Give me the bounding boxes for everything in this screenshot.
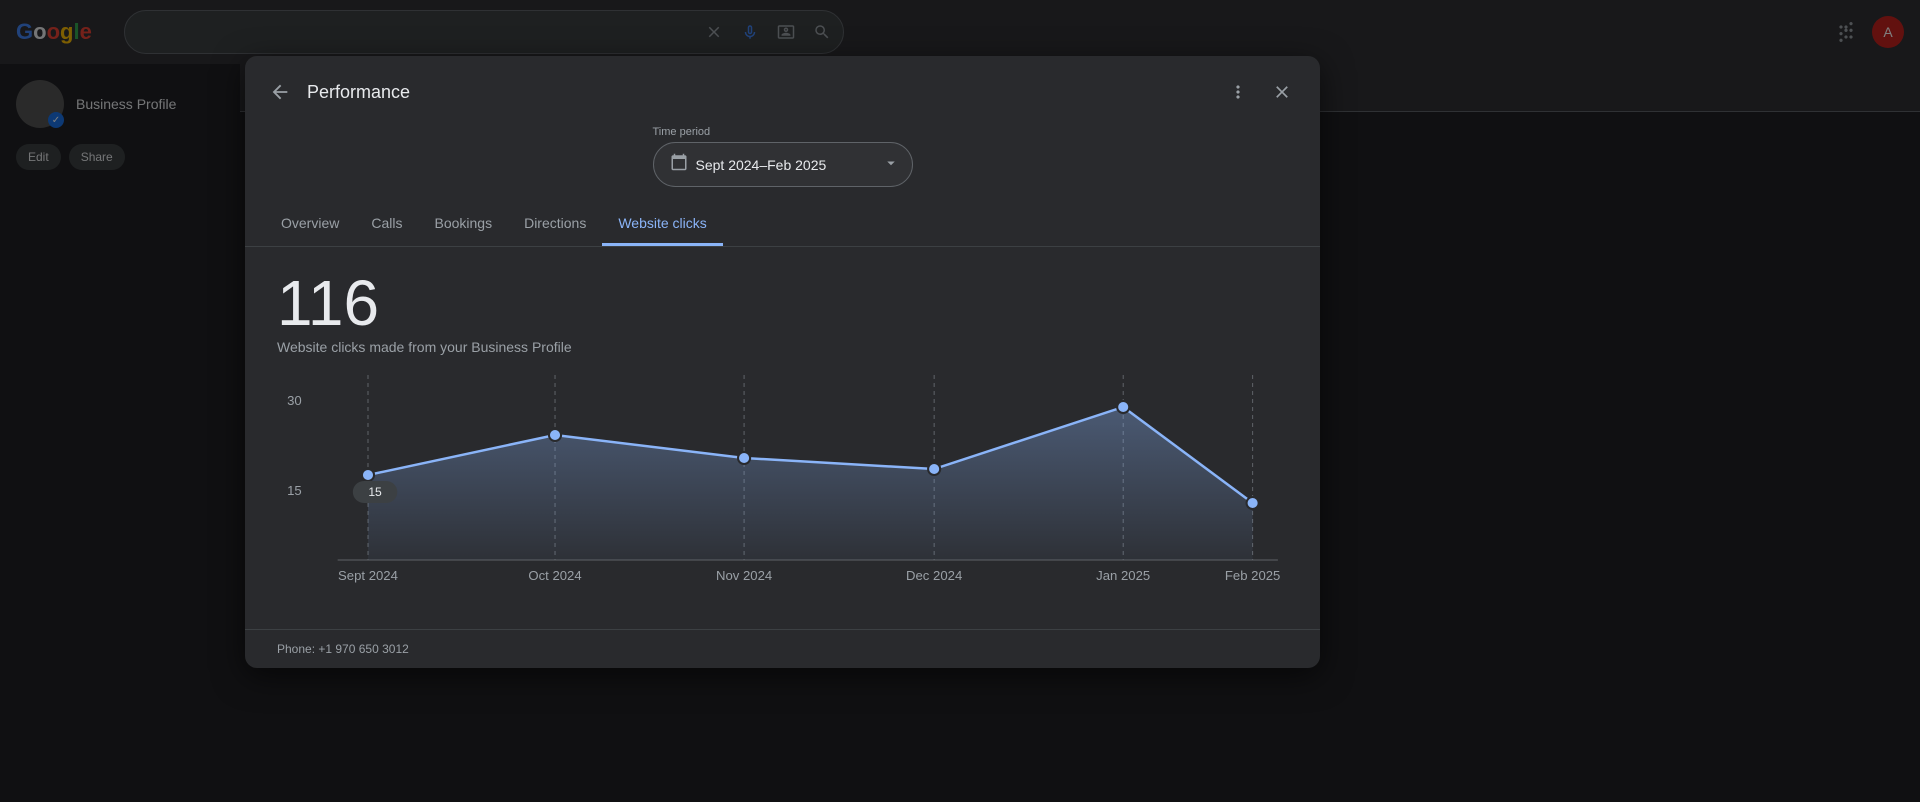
modal-header-actions bbox=[1220, 74, 1300, 110]
metric-value: 116 bbox=[277, 271, 1288, 335]
performance-tabs: Overview Calls Bookings Directions Websi… bbox=[245, 203, 1320, 247]
tab-overview[interactable]: Overview bbox=[265, 203, 355, 246]
footer-text: Phone: +1 970 650 3012 bbox=[277, 642, 409, 656]
time-period-label: Time period bbox=[653, 126, 711, 138]
line-chart: 30 15 bbox=[277, 375, 1288, 605]
y-label-30: 30 bbox=[287, 393, 302, 408]
datapoint-oct2024 bbox=[549, 429, 561, 441]
modal-footer: Phone: +1 970 650 3012 bbox=[245, 629, 1320, 668]
time-period-select[interactable]: Sept 2024–Feb 2025 bbox=[653, 142, 913, 187]
back-button[interactable] bbox=[265, 77, 295, 107]
tab-calls[interactable]: Calls bbox=[355, 203, 418, 246]
datapoint-dec2024 bbox=[928, 463, 940, 475]
xlabel-oct2024: Oct 2024 bbox=[528, 568, 581, 583]
modal-header: Performance bbox=[245, 56, 1320, 110]
xlabel-dec2024: Dec 2024 bbox=[906, 568, 962, 583]
chart-container: 30 15 bbox=[277, 375, 1288, 605]
tab-website-clicks[interactable]: Website clicks bbox=[602, 203, 722, 246]
xlabel-sept2024: Sept 2024 bbox=[338, 568, 398, 583]
dropdown-arrow-icon bbox=[882, 154, 900, 175]
xlabel-feb2025: Feb 2025 bbox=[1225, 568, 1281, 583]
time-period-value: Sept 2024–Feb 2025 bbox=[696, 157, 872, 173]
datapoint-sept2024 bbox=[362, 469, 374, 481]
time-period-section: Time period Sept 2024–Feb 2025 bbox=[245, 110, 1320, 203]
modal-main-content: 116 Website clicks made from your Busine… bbox=[245, 247, 1320, 629]
xlabel-jan2025: Jan 2025 bbox=[1096, 568, 1150, 583]
xlabel-nov2024: Nov 2024 bbox=[716, 568, 772, 583]
datapoint-nov2024 bbox=[738, 452, 750, 464]
performance-modal: Performance Time period Sept 2024–Feb 20… bbox=[245, 56, 1320, 668]
datapoint-jan2025 bbox=[1117, 401, 1129, 413]
tab-directions[interactable]: Directions bbox=[508, 203, 602, 246]
modal-title: Performance bbox=[307, 82, 410, 103]
tab-bookings[interactable]: Bookings bbox=[418, 203, 508, 246]
y-label-15: 15 bbox=[287, 483, 302, 498]
datapoint-feb2025 bbox=[1247, 497, 1259, 509]
close-modal-button[interactable] bbox=[1264, 74, 1300, 110]
calendar-icon bbox=[670, 153, 688, 176]
more-options-button[interactable] bbox=[1220, 74, 1256, 110]
chart-fill-area bbox=[368, 407, 1253, 560]
datapoint-label-15: 15 bbox=[368, 485, 382, 499]
metric-subtitle: Website clicks made from your Business P… bbox=[277, 339, 1288, 355]
